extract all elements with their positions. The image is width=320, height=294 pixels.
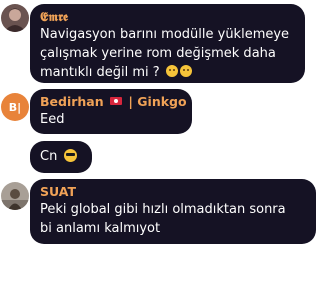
message-line: Peki global gibi hızlı olmadıktan sonra [40,202,286,217]
sunglasses-face-icon [64,149,78,162]
avatar-emre[interactable] [1,4,29,32]
message-bubble: Bedirhan | Ginkgo Eed [30,89,192,134]
avatar-initials: B| [8,100,22,114]
thinking-face-icon [179,65,192,77]
avatar-suat[interactable] [1,182,29,210]
message-line: Cn [40,149,58,164]
message-bubble: Cn [30,141,92,173]
upside-down-face-icon [165,65,178,77]
message-bubble: 𝕰𝖒𝖗𝖊 Navigasyon barını modülle yüklemeye… [30,4,305,83]
author-name[interactable]: 𝕰𝖒𝖗𝖊 [40,9,295,25]
author-name[interactable]: SUAT [40,184,306,200]
message-line: bi anlamı kalmıyot [40,221,161,236]
message-line: çalışmak yerine rom değişmek daha [40,46,276,61]
author-name[interactable]: Bedirhan [40,94,104,109]
message-line: mantıklı değil mi ? [40,65,160,80]
author-separator: | [128,94,133,109]
message-bubble: SUAT Peki global gibi hızlı olmadıktan s… [30,179,316,244]
author-tag: Ginkgo [137,94,187,109]
turkey-flag-icon [110,97,122,105]
message-line: Navigasyon barını modülle yüklemeye [40,27,290,42]
message-line: Eed [40,112,65,127]
avatar-bedirhan[interactable]: B| [1,93,29,121]
